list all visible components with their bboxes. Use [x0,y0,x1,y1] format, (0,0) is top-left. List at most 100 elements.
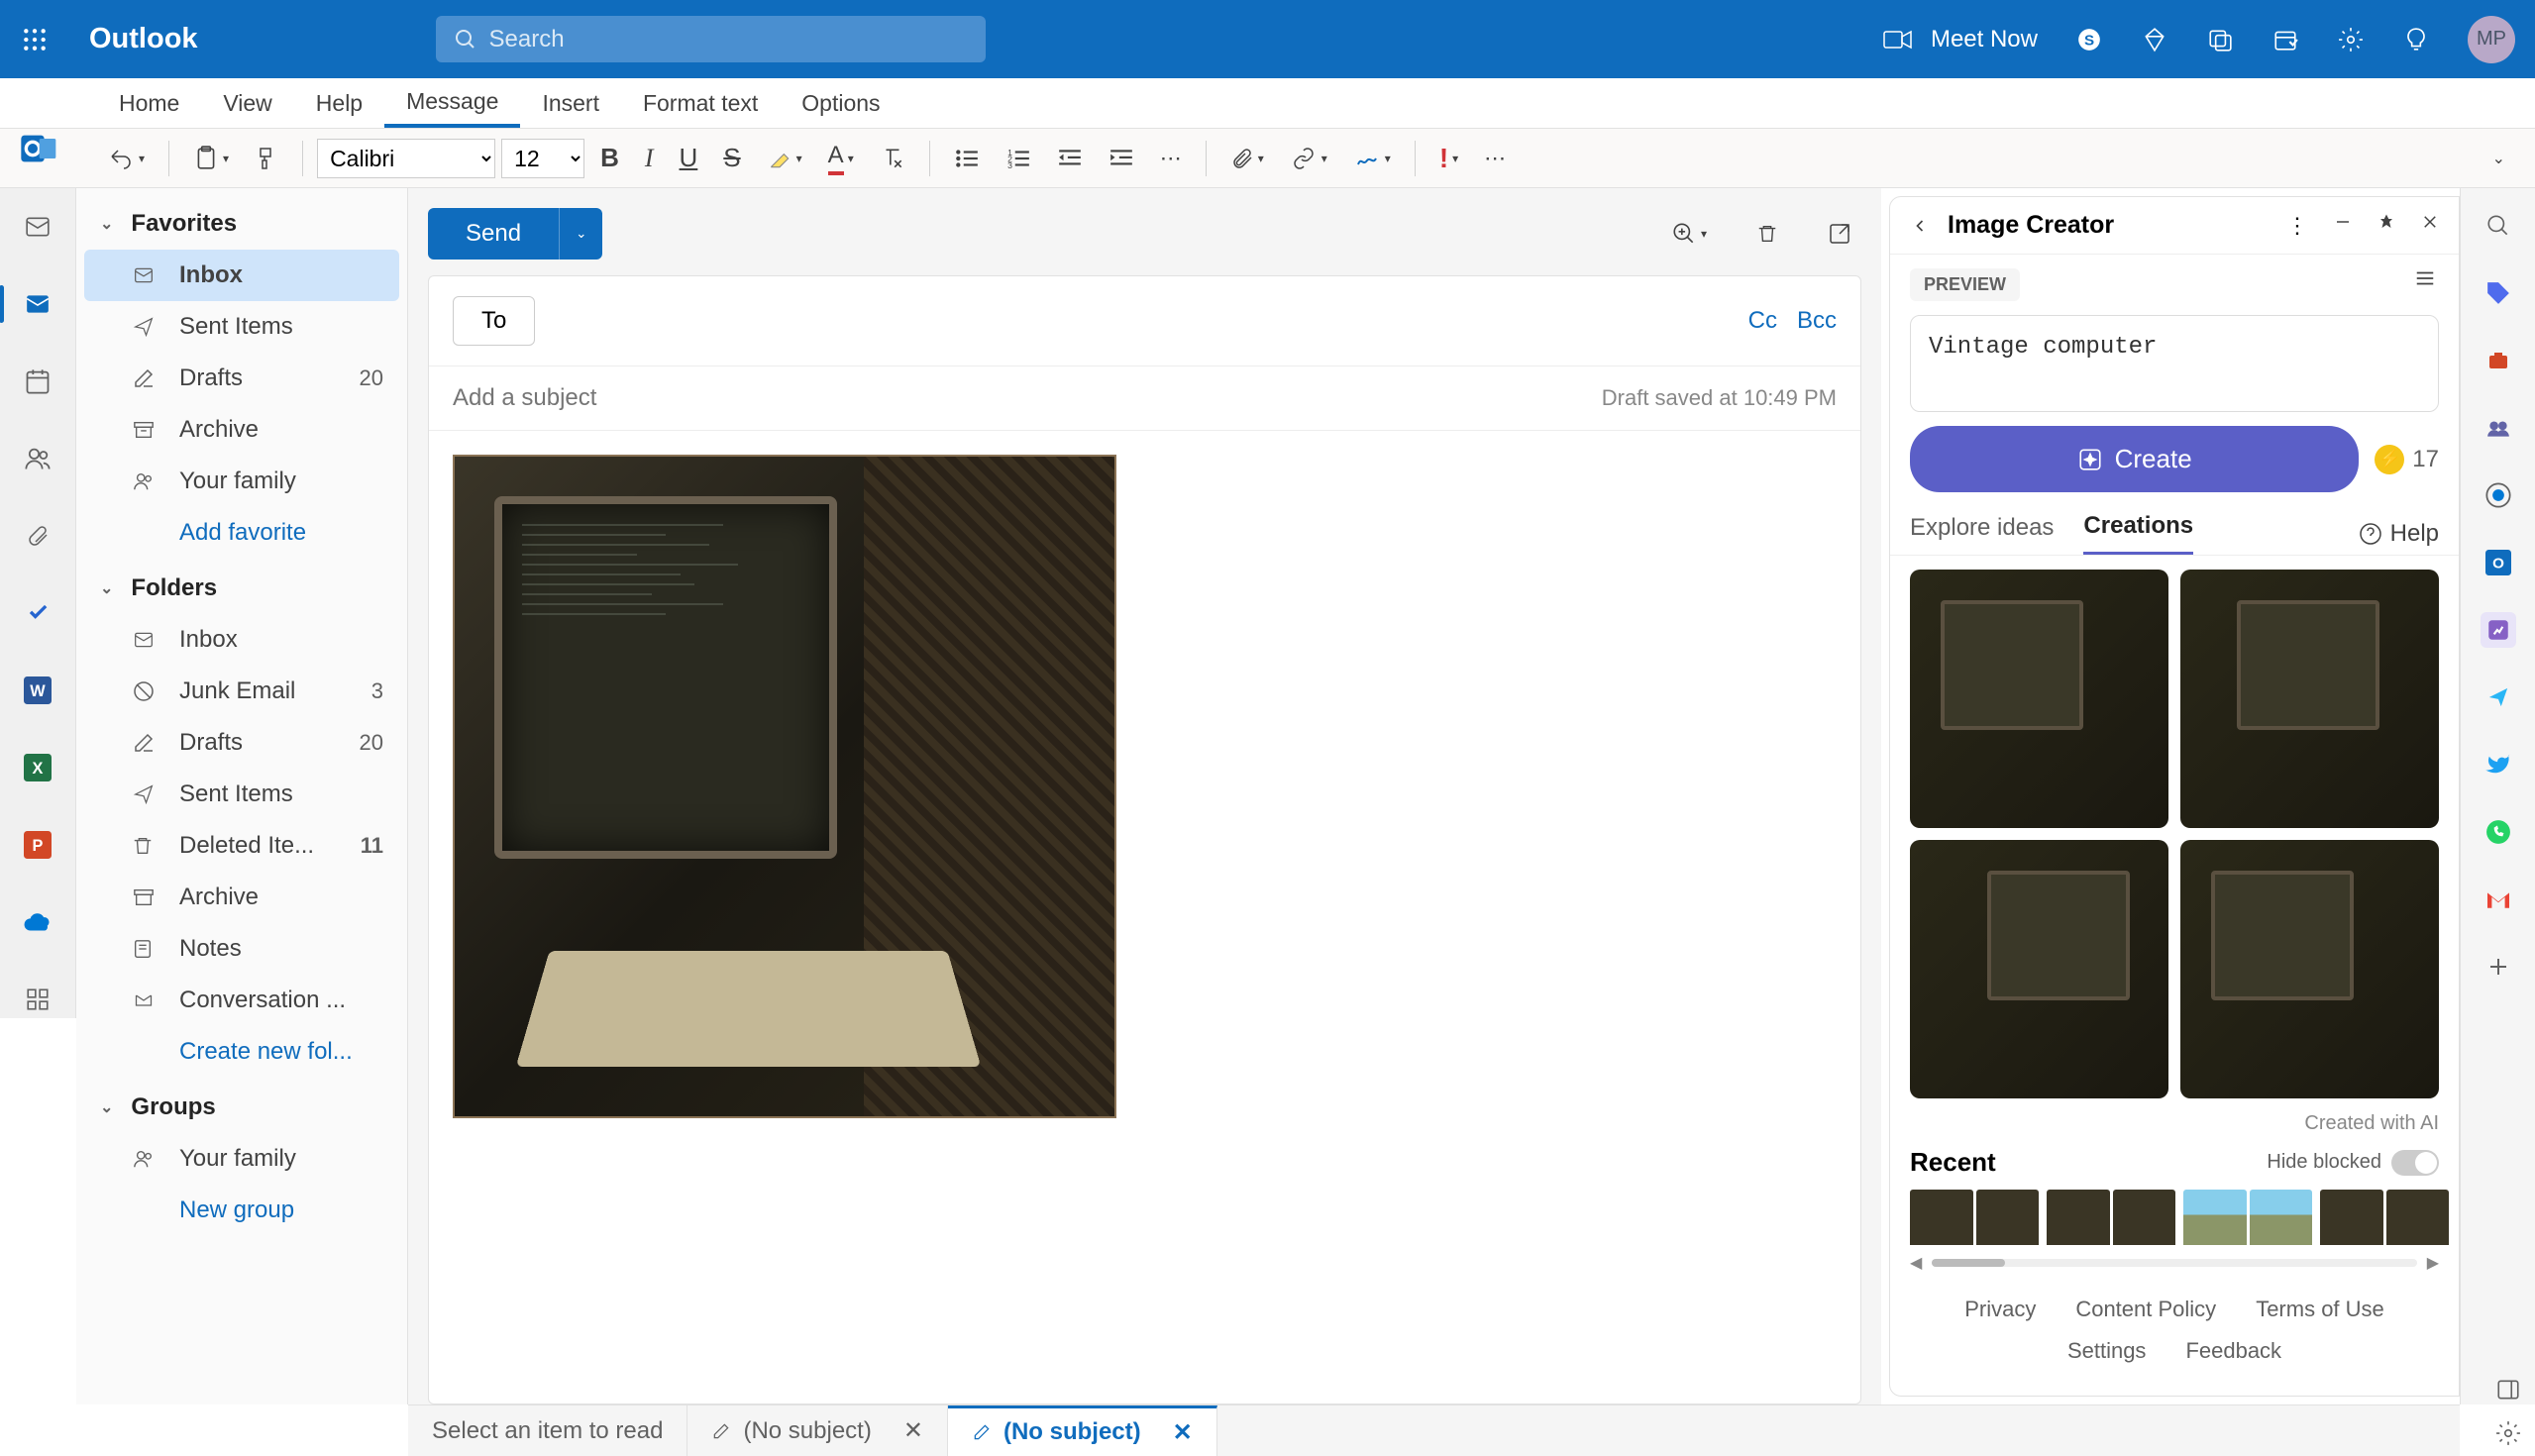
recent-cluster-3[interactable] [2183,1190,2312,1245]
draft-tab-2[interactable]: (No subject) ✕ [948,1405,1217,1456]
increase-indent-button[interactable] [1099,140,1144,177]
format-painter-button[interactable] [245,139,288,178]
tab-home[interactable]: Home [97,78,201,128]
discard-button[interactable] [1746,215,1788,253]
folders-header[interactable]: ⌄Folders [84,563,399,614]
hide-blocked-toggle[interactable] [2391,1150,2439,1176]
body-editor[interactable] [429,431,1860,1404]
todo-rail-icon[interactable] [19,594,56,632]
scroll-left-icon[interactable]: ◀ [1910,1253,1922,1273]
paste-button[interactable]: ▾ [183,139,239,178]
close-icon[interactable] [2421,213,2439,239]
inserted-image[interactable] [453,455,1116,1118]
groups-header[interactable]: ⌄Groups [84,1082,399,1133]
popout-button[interactable] [1818,215,1861,253]
hamburger-icon[interactable] [2411,267,2439,289]
recent-cluster-1[interactable] [1910,1190,2039,1245]
draft-tab-1[interactable]: (No subject) ✕ [687,1405,947,1456]
tab-insert[interactable]: Insert [520,78,621,128]
tag-rail-icon[interactable] [2481,275,2516,311]
italic-button[interactable]: I [635,138,664,179]
folder-sent-2[interactable]: Sent Items [84,769,399,820]
mail-rail-icon[interactable] [19,285,56,323]
pin-icon[interactable] [2377,213,2395,239]
folder-conversation[interactable]: Conversation ... [84,975,399,1026]
my-day-icon[interactable] [2271,26,2299,53]
onedrive-rail-icon[interactable] [19,903,56,941]
clear-format-button[interactable] [870,140,915,177]
settings-link[interactable]: Settings [2067,1338,2147,1364]
creation-thumb-3[interactable] [1910,840,2168,1098]
tab-format-text[interactable]: Format text [621,78,780,128]
numbering-button[interactable]: 123 [996,140,1041,177]
bold-button[interactable]: B [590,137,629,179]
strikethrough-button[interactable]: S [713,137,750,179]
folder-archive[interactable]: Archive [84,404,399,456]
search-input[interactable] [489,26,968,53]
send-button[interactable]: Send [428,208,559,260]
cc-link[interactable]: Cc [1748,307,1777,335]
minimize-icon[interactable] [2334,213,2352,239]
send-rail-icon[interactable] [2481,679,2516,715]
more-button[interactable]: ⋯ [1474,140,1516,177]
bcc-link[interactable]: Bcc [1797,307,1837,335]
skype-icon[interactable]: S [2075,26,2103,53]
help-button[interactable]: Help [2359,520,2439,548]
importance-button[interactable]: !▾ [1429,137,1468,180]
premium-icon[interactable] [2141,26,2168,53]
excel-rail-icon[interactable]: X [19,749,56,786]
creation-thumb-2[interactable] [2180,570,2439,828]
more-icon[interactable]: ⋮ [2286,213,2308,239]
contacts-rail-icon[interactable] [2481,410,2516,446]
scroll-right-icon[interactable]: ▶ [2427,1253,2439,1273]
more-apps-rail-icon[interactable] [19,981,56,1018]
back-icon[interactable] [1910,216,1930,236]
favorites-header[interactable]: ⌄Favorites [84,198,399,250]
create-folder-link[interactable]: Create new fol... [84,1026,399,1078]
terms-link[interactable]: Terms of Use [2256,1297,2384,1322]
word-rail-icon[interactable]: W [19,672,56,709]
tab-explore-ideas[interactable]: Explore ideas [1910,514,2054,554]
bullets-button[interactable] [944,140,990,177]
more-format-button[interactable]: ⋯ [1150,140,1192,177]
new-group-link[interactable]: New group [84,1185,399,1236]
attach-button[interactable]: ▾ [1220,139,1274,178]
content-policy-link[interactable]: Content Policy [2075,1297,2216,1322]
underline-button[interactable]: U [670,137,708,179]
calendar-sync-icon[interactable] [2206,26,2234,53]
add-rail-icon[interactable] [2481,949,2516,985]
link-button[interactable]: ▾ [1280,141,1337,176]
gmail-rail-icon[interactable] [2481,882,2516,917]
reading-pane-tab[interactable]: Select an item to read [408,1405,687,1456]
add-favorite-link[interactable]: Add favorite [84,507,399,559]
files-rail-icon[interactable] [19,517,56,555]
search-box[interactable] [436,16,986,62]
settings-icon[interactable] [2337,26,2365,53]
people-rail-icon[interactable] [19,440,56,477]
tab-help[interactable]: Help [294,78,384,128]
designer-rail-icon[interactable] [2481,612,2516,648]
search-rail-icon[interactable] [2481,208,2516,244]
tab-message[interactable]: Message [384,78,520,128]
app-launcher-icon[interactable] [20,25,50,54]
close-tab-icon[interactable]: ✕ [1173,1418,1193,1447]
tab-view[interactable]: View [201,78,293,128]
to-button[interactable]: To [453,296,535,346]
folder-archive-2[interactable]: Archive [84,872,399,923]
folder-drafts-2[interactable]: Drafts20 [84,717,399,769]
send-dropdown[interactable]: ⌄ [559,208,602,260]
close-tab-icon[interactable]: ✕ [903,1416,923,1445]
copilot-rail-icon[interactable] [2481,477,2516,513]
folder-drafts[interactable]: Drafts20 [84,353,399,404]
feedback-link[interactable]: Feedback [2185,1338,2281,1364]
highlight-button[interactable]: ▾ [757,140,812,177]
font-color-button[interactable]: A▾ [818,136,864,181]
folder-junk[interactable]: Junk Email3 [84,666,399,717]
decrease-indent-button[interactable] [1047,140,1093,177]
ribbon-collapse-icon[interactable]: ⌄ [2482,143,2515,174]
outlook-addon-icon[interactable]: O [2481,545,2516,580]
zoom-button[interactable]: ▾ [1661,215,1717,253]
recent-cluster-2[interactable] [2047,1190,2175,1245]
meet-now-button[interactable]: Meet Now [1883,26,2038,53]
group-your-family[interactable]: Your family [84,1133,399,1185]
